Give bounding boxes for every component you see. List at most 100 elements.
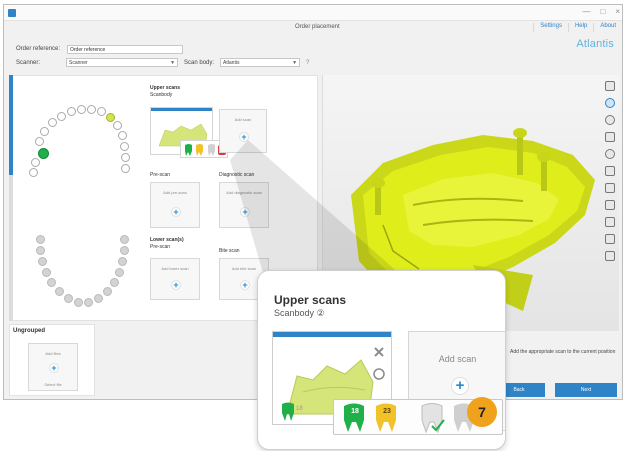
tooth-number-yellow: 23 [383, 408, 391, 415]
tooth[interactable] [113, 121, 122, 130]
page-title: Order placement [295, 24, 340, 30]
next-button[interactable]: Next [555, 383, 617, 397]
title-bar: — □ × [4, 5, 622, 21]
tooth[interactable] [55, 287, 64, 296]
tooth[interactable] [115, 268, 124, 277]
tooth[interactable] [64, 294, 73, 303]
add-scan-card[interactable]: Add scan + [219, 109, 267, 153]
order-reference-input[interactable]: Order reference [67, 45, 183, 54]
plus-icon: + [239, 132, 249, 142]
tooth[interactable] [110, 278, 119, 287]
plus-icon: + [451, 377, 469, 395]
lower-jaw-indicator [9, 175, 13, 321]
tooth[interactable] [120, 142, 129, 151]
tooth[interactable] [67, 107, 76, 116]
view-back-icon[interactable] [605, 200, 615, 210]
add-files-label: Add files [45, 351, 61, 356]
callout-title: Upper scans [274, 293, 347, 307]
upper-jaw-indicator [9, 75, 13, 175]
tooth[interactable] [31, 158, 40, 167]
tooth-highlighted[interactable] [106, 113, 115, 122]
window-controls: — □ × [582, 7, 620, 16]
scanner-row: Scanner: Scanner ▼ Scan body: Atlantis ▼… [16, 58, 309, 67]
brand-logo: Atlantis [576, 38, 614, 50]
lower-pre-scan-subtitle: Pre-scan [150, 244, 171, 250]
tooth[interactable] [38, 257, 47, 266]
plus-icon: + [171, 280, 181, 290]
scan-body-value: Atlantis [223, 60, 240, 66]
minimize-icon[interactable]: — [582, 7, 590, 16]
scan-body-select[interactable]: Atlantis ▼ [220, 58, 301, 67]
tooth[interactable] [94, 294, 103, 303]
help-link[interactable]: Help [575, 23, 587, 32]
tooth[interactable] [48, 118, 57, 127]
add-lower-scan-card[interactable]: Add lower scan + [150, 258, 200, 300]
help-icon[interactable]: ? [306, 60, 309, 66]
expand-icon[interactable] [605, 81, 615, 91]
plus-icon: + [240, 207, 250, 217]
rotate-icon[interactable] [605, 115, 615, 125]
tooth[interactable] [77, 105, 86, 114]
ungrouped-title: Ungrouped [13, 328, 45, 334]
scanner-select[interactable]: Scanner ▼ [66, 58, 179, 67]
tooth[interactable] [29, 168, 38, 177]
view-front-icon[interactable] [605, 132, 615, 142]
tooth[interactable] [36, 246, 45, 255]
lower-scans-title: Lower scan(s) [150, 237, 184, 243]
tooth[interactable] [120, 246, 129, 255]
shading-icon[interactable] [605, 149, 615, 159]
tooth[interactable] [97, 107, 106, 116]
select-file-label: Select file [44, 382, 62, 387]
top-links: Settings Help About [533, 23, 616, 32]
diagnostic-scan-title: Diagnostic scan [219, 172, 255, 178]
tooth[interactable] [121, 153, 130, 162]
scanner-label: Scanner: [16, 59, 41, 66]
tooth[interactable] [57, 112, 66, 121]
view-top-icon[interactable] [605, 166, 615, 176]
status-text: Add the appropriate scan to the current … [510, 349, 616, 355]
viewer-toolbar [604, 81, 616, 261]
tooth[interactable] [47, 278, 56, 287]
about-link[interactable]: About [600, 23, 616, 32]
maximize-icon[interactable]: □ [600, 7, 605, 16]
divider [593, 23, 595, 32]
tooth[interactable] [36, 235, 45, 244]
chevron-down-icon: ▼ [170, 60, 176, 66]
tooth[interactable] [84, 298, 93, 307]
tooth-number-green: 18 [351, 408, 359, 415]
add-pre-scan-label: Add pre-scan [163, 190, 187, 195]
view-right-icon[interactable] [605, 251, 615, 261]
tooth[interactable] [121, 164, 130, 173]
add-bite-scan-label: Add bite scan [231, 266, 257, 271]
tooth[interactable] [120, 235, 129, 244]
view-side-icon[interactable] [605, 183, 615, 193]
tooth[interactable] [103, 287, 112, 296]
settings-link[interactable]: Settings [540, 23, 562, 32]
tooth[interactable] [87, 105, 96, 114]
info-icon[interactable] [605, 98, 615, 108]
divider [567, 23, 569, 32]
bite-scan-title: Bite scan [219, 248, 240, 254]
tooth-selected[interactable] [38, 148, 49, 159]
step-badge: 7 [467, 397, 497, 427]
scanner-value: Scanner [69, 60, 88, 66]
tooth[interactable] [118, 257, 127, 266]
view-left-icon[interactable] [605, 234, 615, 244]
tooth[interactable] [42, 268, 51, 277]
screenshot: — □ × Order placement Settings Help Abou… [0, 0, 626, 451]
order-reference-label: Order reference: [16, 46, 61, 52]
close-icon[interactable]: × [615, 7, 620, 16]
callout-subtitle-mark: ② [316, 308, 325, 318]
small-tooth-number: 18 [296, 406, 303, 412]
tooth[interactable] [74, 298, 83, 307]
view-bottom-icon[interactable] [605, 217, 615, 227]
chevron-down-icon: ▼ [292, 60, 298, 66]
add-diagnostic-scan-card[interactable]: Add diagnostic scan + [219, 182, 269, 228]
add-pre-scan-card[interactable]: Add pre-scan + [150, 182, 200, 228]
tooth[interactable] [118, 131, 127, 140]
tooth[interactable] [40, 127, 49, 136]
add-files-card[interactable]: Add files + Select file [28, 343, 78, 391]
plus-icon: + [171, 207, 181, 217]
tooth[interactable] [35, 137, 44, 146]
scan-body-label: Scan body: [184, 59, 215, 66]
